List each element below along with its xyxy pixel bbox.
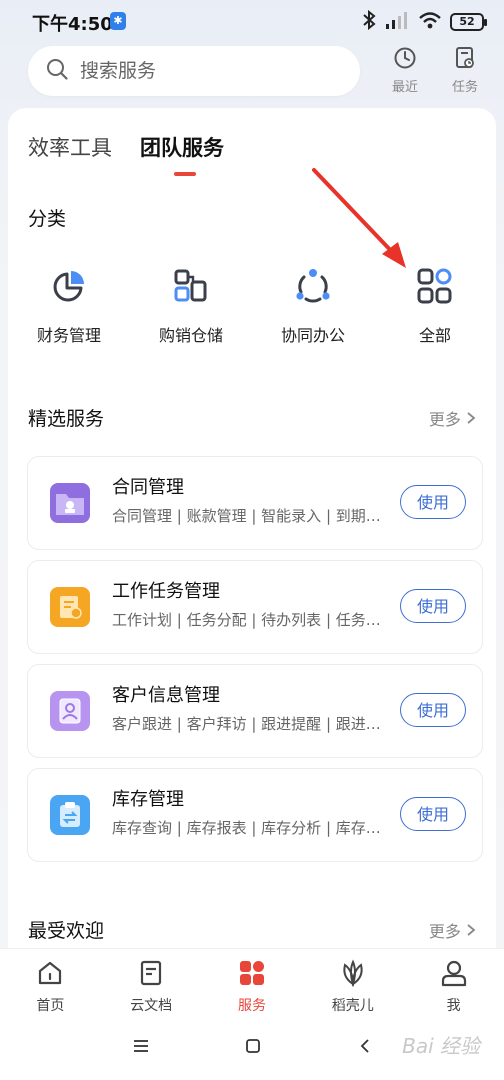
service-name: 工作任务管理	[112, 581, 220, 602]
service-desc: 库存查询 | 库存报表 | 库存分析 | 库存预警	[112, 819, 384, 837]
recent-label: 最近	[391, 80, 418, 95]
featured-more-link[interactable]: 更多	[429, 406, 476, 430]
popular-more-link[interactable]: 更多	[429, 918, 476, 942]
signal-icon	[384, 10, 410, 34]
category-purchase-storage[interactable]: 购销仓储	[130, 266, 252, 346]
use-button[interactable]: 使用	[400, 589, 466, 623]
nav-services[interactable]: 服务	[202, 949, 303, 1020]
tab-bar: 效率工具 团队服务	[28, 132, 224, 176]
leaf-icon	[339, 959, 367, 991]
home-square-icon[interactable]	[245, 1038, 261, 1058]
nav-me[interactable]: 我	[403, 949, 504, 1020]
use-button[interactable]: 使用	[400, 693, 466, 727]
menu-icon[interactable]	[132, 1038, 150, 1058]
use-button[interactable]: 使用	[400, 797, 466, 831]
popular-title: 最受欢迎	[28, 920, 105, 942]
featured-title: 精选服务	[28, 408, 105, 430]
tasks-label: 任务	[451, 80, 478, 95]
pie-chart-icon	[8, 266, 130, 306]
task-list-icon	[50, 587, 90, 627]
contract-folder-icon	[50, 483, 90, 523]
service-card-contract[interactable]: 合同管理 合同管理 | 账款管理 | 智能录入 | 到期提醒 使用	[27, 456, 483, 550]
service-desc: 客户跟进 | 客户拜访 | 跟进提醒 | 跟进记录	[112, 715, 384, 733]
service-card-task[interactable]: 工作任务管理 工作计划 | 任务分配 | 待办列表 | 任务跟踪 使用	[27, 560, 483, 654]
watermark-logo: Bai 经验	[402, 1034, 480, 1058]
person-icon	[440, 960, 468, 991]
battery-indicator: 52	[450, 13, 487, 31]
status-time: 下午4:50	[32, 14, 113, 35]
clock-icon	[393, 47, 417, 74]
chevron-right-icon	[466, 410, 476, 429]
nav-cloud-docs[interactable]: 云文档	[101, 949, 202, 1020]
category-row: 财务管理 购销仓储 协同办公 全部	[8, 266, 496, 346]
service-desc: 合同管理 | 账款管理 | 智能录入 | 到期提醒	[112, 507, 384, 525]
bottom-navigation: 首页 云文档 服务 稻壳儿 我	[0, 948, 504, 1020]
contact-card-icon	[50, 691, 90, 731]
services-icon	[238, 961, 266, 991]
category-finance-label: 财务管理	[36, 326, 101, 345]
wifi-icon	[418, 10, 442, 34]
services-panel: 效率工具 团队服务 分类 财务管理 购销仓储 协同办公 全部 精选服务 更多 合…	[8, 108, 496, 948]
boxes-icon	[130, 266, 252, 306]
featured-more-label: 更多	[428, 410, 461, 429]
nav-docer-label: 稻壳儿	[331, 998, 374, 1014]
popular-more-label: 更多	[428, 922, 461, 941]
tasks-button[interactable]: 任务	[440, 46, 490, 95]
search-input[interactable]	[80, 60, 320, 82]
category-purchase-storage-label: 购销仓储	[158, 326, 223, 345]
service-desc: 工作计划 | 任务分配 | 待办列表 | 任务跟踪	[112, 611, 384, 629]
use-button[interactable]: 使用	[400, 485, 466, 519]
nav-home[interactable]: 首页	[0, 949, 101, 1020]
nav-cloud-docs-label: 云文档	[130, 998, 173, 1014]
status-bar: 下午4:50 ✱ 52	[0, 0, 504, 44]
nav-docer[interactable]: 稻壳儿	[302, 949, 403, 1020]
task-icon	[453, 47, 477, 74]
status-indicators: 52	[362, 9, 487, 34]
search-bar[interactable]	[28, 46, 360, 96]
bluetooth-badge-icon: ✱	[110, 12, 126, 30]
service-name: 合同管理	[112, 477, 184, 498]
service-card-customer[interactable]: 客户信息管理 客户跟进 | 客户拜访 | 跟进提醒 | 跟进记录 使用	[27, 664, 483, 758]
category-all-label: 全部	[418, 326, 451, 345]
nav-home-label: 首页	[36, 998, 65, 1014]
nav-services-label: 服务	[237, 998, 266, 1014]
tab-efficiency-tools[interactable]: 效率工具	[28, 132, 112, 162]
category-finance[interactable]: 财务管理	[8, 266, 130, 346]
nav-me-label: 我	[446, 998, 461, 1014]
service-card-inventory[interactable]: 库存管理 库存查询 | 库存报表 | 库存分析 | 库存预警 使用	[27, 768, 483, 862]
recent-button[interactable]: 最近	[380, 46, 430, 95]
tab-team-services[interactable]: 团队服务	[140, 132, 224, 176]
document-icon	[137, 960, 165, 991]
service-name: 库存管理	[112, 789, 184, 810]
categories-title: 分类	[28, 208, 67, 230]
bluetooth-icon	[362, 9, 376, 34]
back-icon[interactable]	[358, 1038, 372, 1058]
clipboard-swap-icon	[50, 795, 90, 835]
home-icon	[36, 961, 64, 991]
search-icon	[46, 58, 68, 84]
service-name: 客户信息管理	[112, 685, 220, 706]
chevron-right-icon	[466, 922, 476, 941]
category-collaboration-label: 协同办公	[280, 326, 345, 345]
annotation-arrow-icon	[300, 158, 420, 282]
